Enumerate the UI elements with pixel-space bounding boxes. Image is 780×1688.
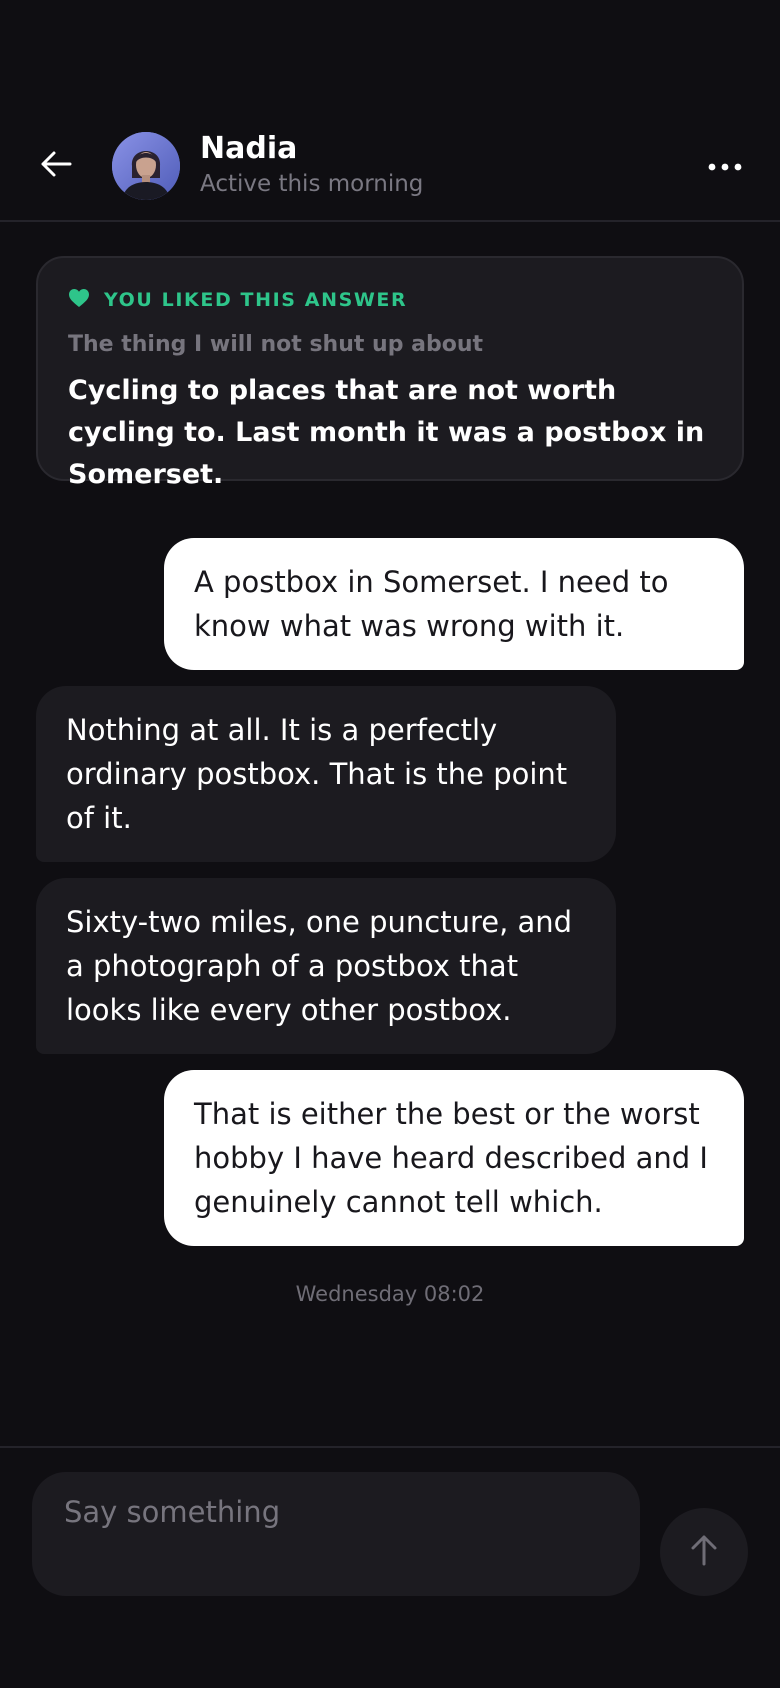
liked-prompt: The thing I will not shut up about xyxy=(68,332,483,357)
liked-answer-text: Cycling to places that are not worth cyc… xyxy=(68,375,705,490)
heart-icon xyxy=(68,288,90,312)
message-bubble-outgoing[interactable]: That is either the best or the worst hob… xyxy=(164,1070,744,1246)
more-horizontal-icon xyxy=(708,157,742,176)
arrow-left-icon xyxy=(39,150,73,182)
contact-status: Active this morning xyxy=(200,171,424,197)
message-timestamp: Wednesday 08:02 xyxy=(295,1282,485,1306)
liked-badge-label: YOU LIKED THIS ANSWER xyxy=(104,289,408,311)
back-button[interactable] xyxy=(34,144,78,188)
arrow-up-icon xyxy=(690,1534,718,1570)
liked-badge: YOU LIKED THIS ANSWER xyxy=(68,288,407,312)
message-input[interactable] xyxy=(32,1472,640,1596)
conversation-header: Nadia Active this morning xyxy=(0,0,780,222)
more-options-button[interactable] xyxy=(700,144,750,188)
message-bubble-incoming[interactable]: Sixty-two miles, one puncture, and a pho… xyxy=(36,878,616,1054)
message-bubble-incoming[interactable]: Nothing at all. It is a perfectly ordina… xyxy=(36,686,616,862)
send-button[interactable] xyxy=(660,1508,748,1596)
message-text: That is either the best or the worst hob… xyxy=(194,1097,708,1219)
liked-answer-card[interactable]: YOU LIKED THIS ANSWER The thing I will n… xyxy=(36,256,744,490)
contact-name[interactable]: Nadia xyxy=(200,131,297,166)
avatar[interactable] xyxy=(112,132,180,200)
message-text: Nothing at all. It is a perfectly ordina… xyxy=(66,713,568,835)
message-text: Sixty-two miles, one puncture, and a pho… xyxy=(66,905,573,1027)
message-text: A postbox in Somerset. I need to know wh… xyxy=(194,565,669,643)
message-bubble-outgoing[interactable]: A postbox in Somerset. I need to know wh… xyxy=(164,538,744,670)
